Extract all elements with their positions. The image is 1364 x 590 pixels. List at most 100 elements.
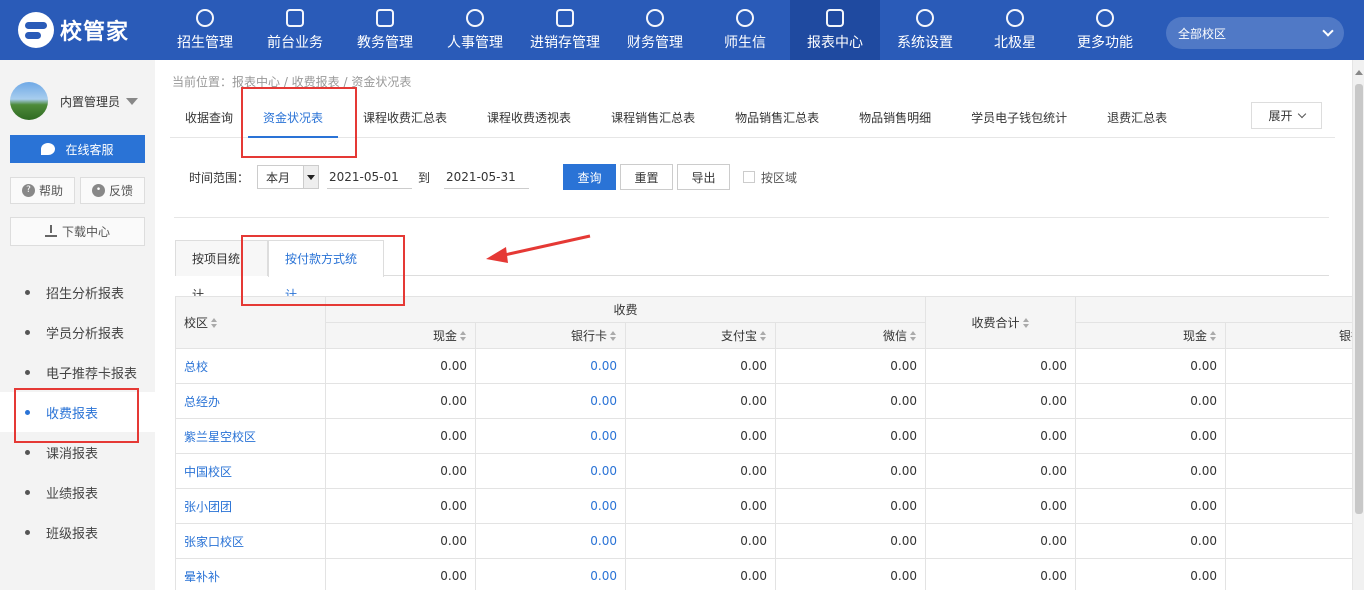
tab-course-fee-summary[interactable]: 课程收费汇总表 [348, 98, 462, 138]
campus-link[interactable]: 晕补补 [175, 558, 326, 590]
export-button[interactable]: 导出 [677, 164, 731, 190]
cell-total: 0.00 [925, 558, 1077, 590]
more-icon [1096, 8, 1114, 27]
cell-cash2: 0.00 [1075, 558, 1227, 590]
cell-card[interactable]: 0.00 [475, 523, 626, 559]
cell-card2[interactable]: 0 [1225, 523, 1352, 559]
by-area-checkbox[interactable] [743, 171, 756, 183]
nav-item-settings[interactable]: 系统设置 [880, 0, 970, 60]
campus-link[interactable]: 张家口校区 [175, 523, 326, 559]
scroll-up-icon [1355, 70, 1363, 75]
cell-card2[interactable]: 0 [1225, 418, 1352, 454]
download-center-button[interactable]: 下载中心 [10, 217, 145, 246]
sidebar-item-ecard-reports[interactable]: 电子推荐卡报表 [0, 352, 155, 392]
wechat-header[interactable]: 微信 [774, 322, 927, 349]
cash-header[interactable]: 现金 [325, 322, 476, 349]
campus-link[interactable]: 紫兰星空校区 [175, 418, 326, 454]
book-icon [376, 8, 394, 27]
campus-select[interactable]: 全部校区 [1166, 17, 1344, 49]
fee-group-header: 收费 [324, 296, 927, 323]
bank-card-header-2[interactable]: 银行卡 [1225, 322, 1352, 349]
bullet-icon [25, 529, 30, 535]
cell-total: 0.00 [925, 523, 1077, 559]
cell-card2[interactable]: 0 [1225, 348, 1352, 384]
cell-total: 0.00 [925, 488, 1077, 524]
top-navbar: 校管家 招生管理 前台业务 教务管理 人事管理 进销存管理 财务管理 师生信 报… [0, 0, 1364, 60]
nav-item-polaris[interactable]: 北极星 [970, 0, 1060, 60]
cell-card[interactable]: 0.00 [475, 488, 626, 524]
tab-course-sales-summary[interactable]: 课程销售汇总表 [596, 98, 710, 138]
feedback-button[interactable]: • 反馈 [80, 177, 145, 204]
tab-wallet-stats[interactable]: 学员电子钱包统计 [956, 98, 1082, 138]
cell-card2[interactable]: 0 [1225, 488, 1352, 524]
help-button[interactable]: ? 帮助 [10, 177, 75, 204]
cell-card2[interactable]: 0 [1225, 558, 1352, 590]
reset-button[interactable]: 重置 [620, 164, 674, 190]
sort-icon [460, 331, 467, 341]
tab-goods-sales-detail[interactable]: 物品销售明细 [844, 98, 946, 138]
time-range-select[interactable]: 本月 [257, 165, 320, 189]
nav-item-front-desk[interactable]: 前台业务 [250, 0, 340, 60]
fee-total-header[interactable]: 收费合计 [925, 296, 1077, 349]
sort-icon [1210, 331, 1217, 341]
cell-total: 0.00 [925, 383, 1077, 419]
sort-icon [1022, 318, 1030, 328]
cash-header-2[interactable]: 现金 [1075, 322, 1227, 349]
divider [174, 217, 1329, 218]
sidebar-item-student-reports[interactable]: 学员分析报表 [0, 312, 155, 352]
campus-link[interactable]: 总校 [175, 348, 326, 384]
scroll-thumb[interactable] [1355, 84, 1363, 514]
cell-card2[interactable]: 0 [1225, 383, 1352, 419]
cell-card[interactable]: 0.00 [475, 558, 626, 590]
nav-item-finance[interactable]: 财务管理 [610, 0, 700, 60]
campus-link[interactable]: 张小团团 [175, 488, 326, 524]
bank-card-header[interactable]: 银行卡 [475, 322, 626, 349]
campus-link[interactable]: 总经办 [175, 383, 326, 419]
cell-card[interactable]: 0.00 [475, 383, 626, 419]
cell-cash: 0.00 [325, 453, 476, 489]
cell-total: 0.00 [925, 453, 1077, 489]
table-row: 晕补补0.000.000.000.000.000.000 [175, 558, 1352, 590]
tab-receipt-query[interactable]: 收据查询 [170, 98, 248, 138]
cell-wechat: 0.00 [774, 418, 927, 454]
cell-cash: 0.00 [325, 488, 476, 524]
nav-item-admissions[interactable]: 招生管理 [160, 0, 250, 60]
cell-card[interactable]: 0.00 [475, 418, 626, 454]
inventory-icon [556, 8, 574, 27]
logo-icon [18, 12, 54, 48]
cell-wechat: 0.00 [774, 523, 927, 559]
person-plus-icon [196, 8, 214, 27]
sidebar-item-performance-reports[interactable]: 业绩报表 [0, 472, 155, 512]
cell-card2[interactable]: 0 [1225, 453, 1352, 489]
vertical-scrollbar[interactable] [1352, 60, 1364, 590]
tab-goods-sales-summary[interactable]: 物品销售汇总表 [720, 98, 834, 138]
brand-logo[interactable]: 校管家 [18, 12, 129, 48]
nav-item-hr[interactable]: 人事管理 [430, 0, 520, 60]
nav-item-more[interactable]: 更多功能 [1060, 0, 1150, 60]
cell-wechat: 0.00 [774, 558, 927, 590]
highlight-payment-method-tab [241, 235, 405, 306]
cell-card[interactable]: 0.00 [475, 348, 626, 384]
nav-item-academic[interactable]: 教务管理 [340, 0, 430, 60]
cell-card[interactable]: 0.00 [475, 453, 626, 489]
tab-refund-summary[interactable]: 退费汇总表 [1092, 98, 1182, 138]
sidebar: 内置管理员 在线客服 ? 帮助 • 反馈 下载中心 招生分析报表 学员分析报表 … [0, 60, 155, 590]
alipay-header[interactable]: 支付宝 [625, 322, 776, 349]
caret-down-icon [126, 97, 139, 105]
nav-item-reports[interactable]: 报表中心 [790, 0, 880, 60]
table-row: 张小团团0.000.000.000.000.000.000 [175, 488, 1352, 524]
nav-item-messages[interactable]: 师生信 [700, 0, 790, 60]
online-service-button[interactable]: 在线客服 [10, 135, 145, 163]
sidebar-item-class-reports[interactable]: 班级报表 [0, 512, 155, 552]
sidebar-item-admission-reports[interactable]: 招生分析报表 [0, 272, 155, 312]
campus-link[interactable]: 中国校区 [175, 453, 326, 489]
user-menu[interactable]: 内置管理员 [10, 82, 139, 120]
nav-item-inventory[interactable]: 进销存管理 [520, 0, 610, 60]
tab-course-fee-pivot[interactable]: 课程收费透视表 [472, 98, 586, 138]
end-date-input[interactable]: 2021-05-31 [444, 165, 530, 189]
cell-cash2: 0.00 [1075, 348, 1227, 384]
query-button[interactable]: 查询 [563, 164, 617, 190]
expand-button[interactable]: 展开 [1251, 102, 1322, 129]
bullet-icon [25, 489, 30, 495]
start-date-input[interactable]: 2021-05-01 [327, 165, 413, 189]
